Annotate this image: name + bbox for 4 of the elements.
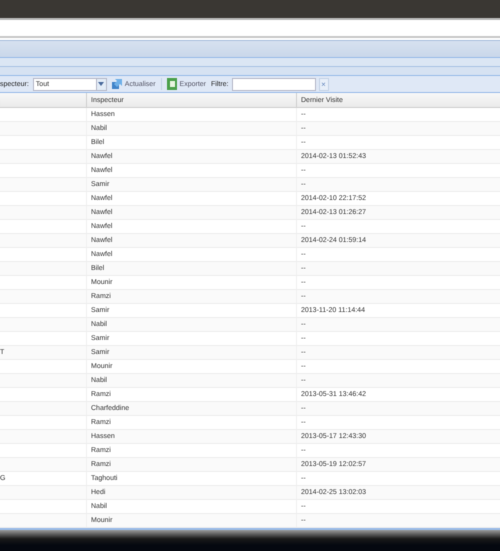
dropdown-icon[interactable]	[96, 78, 106, 90]
filter-field[interactable]	[232, 78, 316, 90]
spreadsheet-icon	[166, 78, 177, 90]
refresh-icon	[112, 79, 122, 89]
